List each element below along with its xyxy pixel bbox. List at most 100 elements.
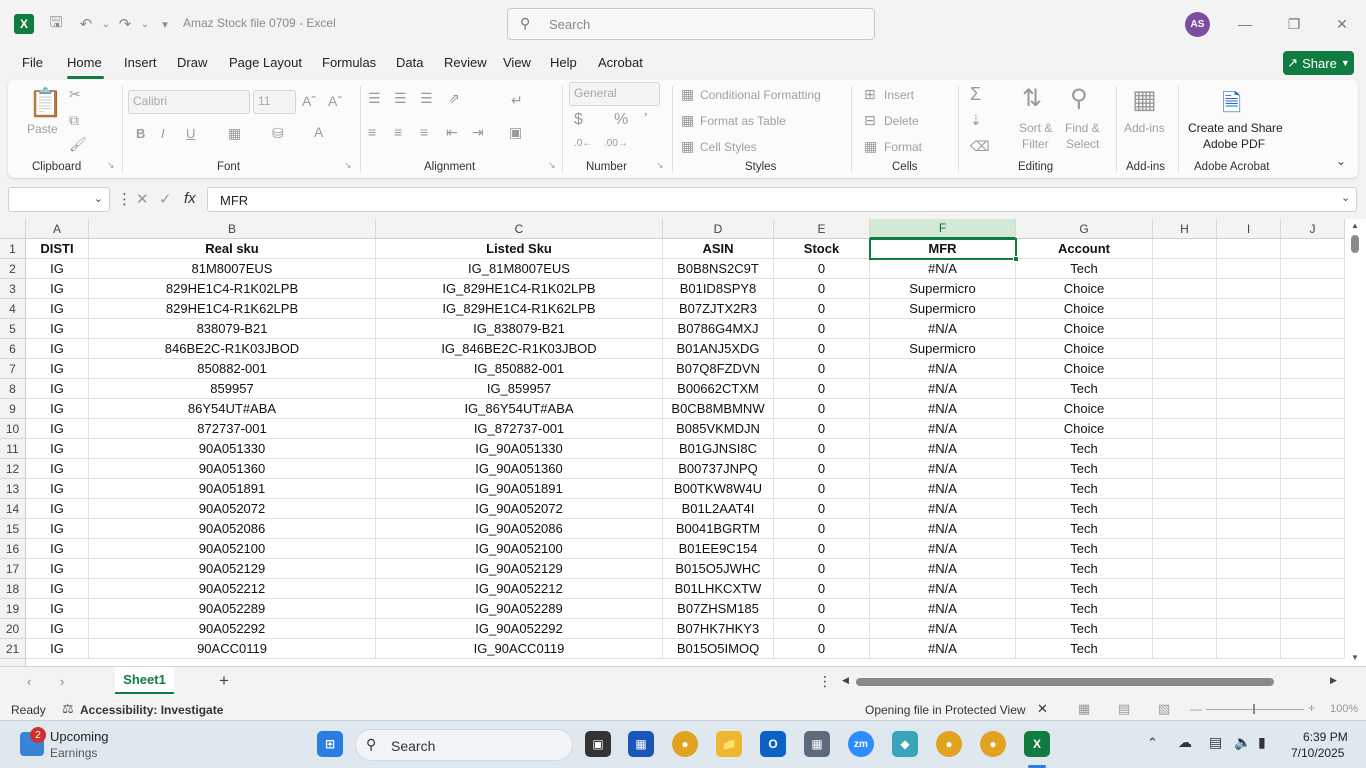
align-middle-icon[interactable]: ☰ bbox=[394, 90, 407, 107]
table-cell[interactable]: 846BE2C-R1K03JBOD bbox=[89, 339, 376, 359]
wrap-text-icon[interactable]: ↵ bbox=[511, 92, 523, 109]
table-cell[interactable]: B01LHKCXTW bbox=[663, 579, 774, 599]
tab-review[interactable]: Review bbox=[444, 55, 487, 70]
table-cell[interactable]: IG_90A052292 bbox=[376, 619, 663, 639]
table-cell[interactable]: 90ACC0119 bbox=[89, 639, 376, 659]
table-cell[interactable]: IG bbox=[26, 399, 89, 419]
format-as-table-button[interactable]: Format as Table bbox=[700, 114, 786, 128]
column-header-c[interactable]: C bbox=[376, 219, 663, 239]
avatar[interactable]: AS bbox=[1185, 12, 1210, 37]
scroll-down-icon[interactable]: ▼ bbox=[1351, 653, 1359, 662]
table-cell[interactable] bbox=[1153, 319, 1217, 339]
copy-icon[interactable]: ⧉ bbox=[69, 112, 79, 129]
spreadsheet-grid[interactable]: ABCDEFGHIJ 1 DISTI Real sku Listed Sku ASIN S… bbox=[0, 219, 1366, 666]
tab-home[interactable]: Home bbox=[67, 55, 102, 70]
table-cell[interactable] bbox=[1153, 439, 1217, 459]
align-left-icon[interactable]: ≡ bbox=[368, 124, 376, 140]
more-options-icon[interactable]: ⋮ bbox=[117, 190, 132, 208]
column-header-a[interactable]: A bbox=[26, 219, 89, 239]
table-cell[interactable]: B07Q8FZDVN bbox=[663, 359, 774, 379]
table-cell[interactable] bbox=[1217, 599, 1281, 619]
start-icon[interactable]: ⊞ bbox=[317, 731, 343, 757]
table-cell[interactable]: 0 bbox=[774, 539, 870, 559]
table-cell[interactable]: IG_90A052086 bbox=[376, 519, 663, 539]
row-header[interactable]: 6 bbox=[0, 339, 26, 359]
decrease-font-icon[interactable]: Aˇ bbox=[328, 93, 342, 109]
table-cell[interactable]: 90A052212 bbox=[89, 579, 376, 599]
table-cell[interactable]: IG bbox=[26, 559, 89, 579]
table-cell[interactable]: IG_90A051360 bbox=[376, 459, 663, 479]
align-center-icon[interactable]: ≡ bbox=[394, 124, 402, 140]
redo-dropdown-icon[interactable]: ⌄ bbox=[135, 14, 155, 34]
table-cell[interactable]: #N/A bbox=[870, 379, 1016, 399]
table-cell[interactable]: #N/A bbox=[870, 639, 1016, 659]
table-cell[interactable] bbox=[1281, 479, 1345, 499]
name-box[interactable]: ⌄ bbox=[8, 187, 110, 212]
cell-styles-button[interactable]: Cell Styles bbox=[700, 140, 757, 154]
table-cell[interactable] bbox=[1281, 339, 1345, 359]
table-cell[interactable]: IG bbox=[26, 379, 89, 399]
table-cell[interactable]: 0 bbox=[774, 599, 870, 619]
table-cell[interactable]: IG_90A051891 bbox=[376, 479, 663, 499]
column-header-i[interactable]: I bbox=[1217, 219, 1281, 239]
table-cell[interactable]: 0 bbox=[774, 619, 870, 639]
number-launcher-icon[interactable]: ↘ bbox=[656, 160, 664, 171]
excel-taskbar-icon[interactable]: X bbox=[1024, 731, 1050, 757]
expand-formula-bar-icon[interactable]: ⌄ bbox=[1341, 191, 1350, 204]
table-cell[interactable]: IG bbox=[26, 639, 89, 659]
table-cell[interactable] bbox=[1153, 499, 1217, 519]
table-cell[interactable] bbox=[1281, 499, 1345, 519]
table-cell[interactable]: Choice bbox=[1016, 279, 1153, 299]
zoom-slider[interactable] bbox=[1206, 709, 1304, 710]
table-cell[interactable]: 0 bbox=[774, 459, 870, 479]
font-launcher-icon[interactable]: ↘ bbox=[344, 160, 352, 171]
table-cell[interactable]: Tech bbox=[1016, 379, 1153, 399]
table-cell[interactable]: Supermicro bbox=[870, 279, 1016, 299]
table-cell[interactable]: Choice bbox=[1016, 339, 1153, 359]
table-cell[interactable]: Choice bbox=[1016, 319, 1153, 339]
previous-sheet-icon[interactable]: ‹ bbox=[27, 674, 31, 689]
table-cell[interactable]: IG bbox=[26, 359, 89, 379]
clock-time[interactable]: 6:39 PM bbox=[1303, 730, 1348, 744]
table-cell[interactable] bbox=[1281, 459, 1345, 479]
orientation-icon[interactable]: ⇗ bbox=[448, 90, 460, 107]
maximize-icon[interactable]: ❐ bbox=[1284, 14, 1304, 34]
decrease-indent-icon[interactable]: ⇤ bbox=[446, 124, 458, 141]
table-cell[interactable]: Choice bbox=[1016, 359, 1153, 379]
network-icon[interactable]: ▤ bbox=[1209, 734, 1222, 751]
table-cell[interactable]: 90A052292 bbox=[89, 619, 376, 639]
chevron-up-icon[interactable]: ⌃ bbox=[1147, 735, 1158, 751]
increase-indent-icon[interactable]: ⇥ bbox=[472, 124, 484, 141]
column-header-g[interactable]: G bbox=[1016, 219, 1153, 239]
fill-icon[interactable]: ⇣ bbox=[970, 112, 982, 129]
create-share-pdf-label-1[interactable]: Create and Share bbox=[1188, 121, 1283, 135]
table-cell[interactable]: Tech bbox=[1016, 579, 1153, 599]
table-cell[interactable]: Supermicro bbox=[870, 339, 1016, 359]
table-cell[interactable]: IG bbox=[26, 499, 89, 519]
table-cell[interactable] bbox=[1153, 259, 1217, 279]
table-cell[interactable]: 90A052100 bbox=[89, 539, 376, 559]
horizontal-scroll-thumb[interactable] bbox=[856, 678, 1274, 686]
header-cell[interactable]: DISTI bbox=[26, 239, 89, 259]
table-cell[interactable] bbox=[1281, 399, 1345, 419]
table-cell[interactable]: 90A051330 bbox=[89, 439, 376, 459]
table-cell[interactable] bbox=[1281, 539, 1345, 559]
clipboard-launcher-icon[interactable]: ↘ bbox=[107, 160, 115, 171]
table-cell[interactable]: B00737JNPQ bbox=[663, 459, 774, 479]
table-cell[interactable]: B01ID8SPY8 bbox=[663, 279, 774, 299]
table-cell[interactable]: B01L2AAT4I bbox=[663, 499, 774, 519]
table-cell[interactable]: B015O5IMOQ bbox=[663, 639, 774, 659]
table-cell[interactable] bbox=[1153, 419, 1217, 439]
table-cell[interactable]: Tech bbox=[1016, 599, 1153, 619]
sheet-options-icon[interactable]: ⋮ bbox=[818, 673, 832, 690]
tab-draw[interactable]: Draw bbox=[177, 55, 207, 70]
table-cell[interactable]: 0 bbox=[774, 519, 870, 539]
row-header[interactable]: 21 bbox=[0, 639, 26, 659]
table-cell[interactable]: Tech bbox=[1016, 259, 1153, 279]
table-cell[interactable]: IG bbox=[26, 479, 89, 499]
table-cell[interactable]: IG bbox=[26, 439, 89, 459]
table-cell[interactable]: 850882-001 bbox=[89, 359, 376, 379]
row-header[interactable]: 13 bbox=[0, 479, 26, 499]
sort-filter-label-1[interactable]: Sort & bbox=[1019, 121, 1052, 135]
table-cell[interactable] bbox=[1217, 399, 1281, 419]
